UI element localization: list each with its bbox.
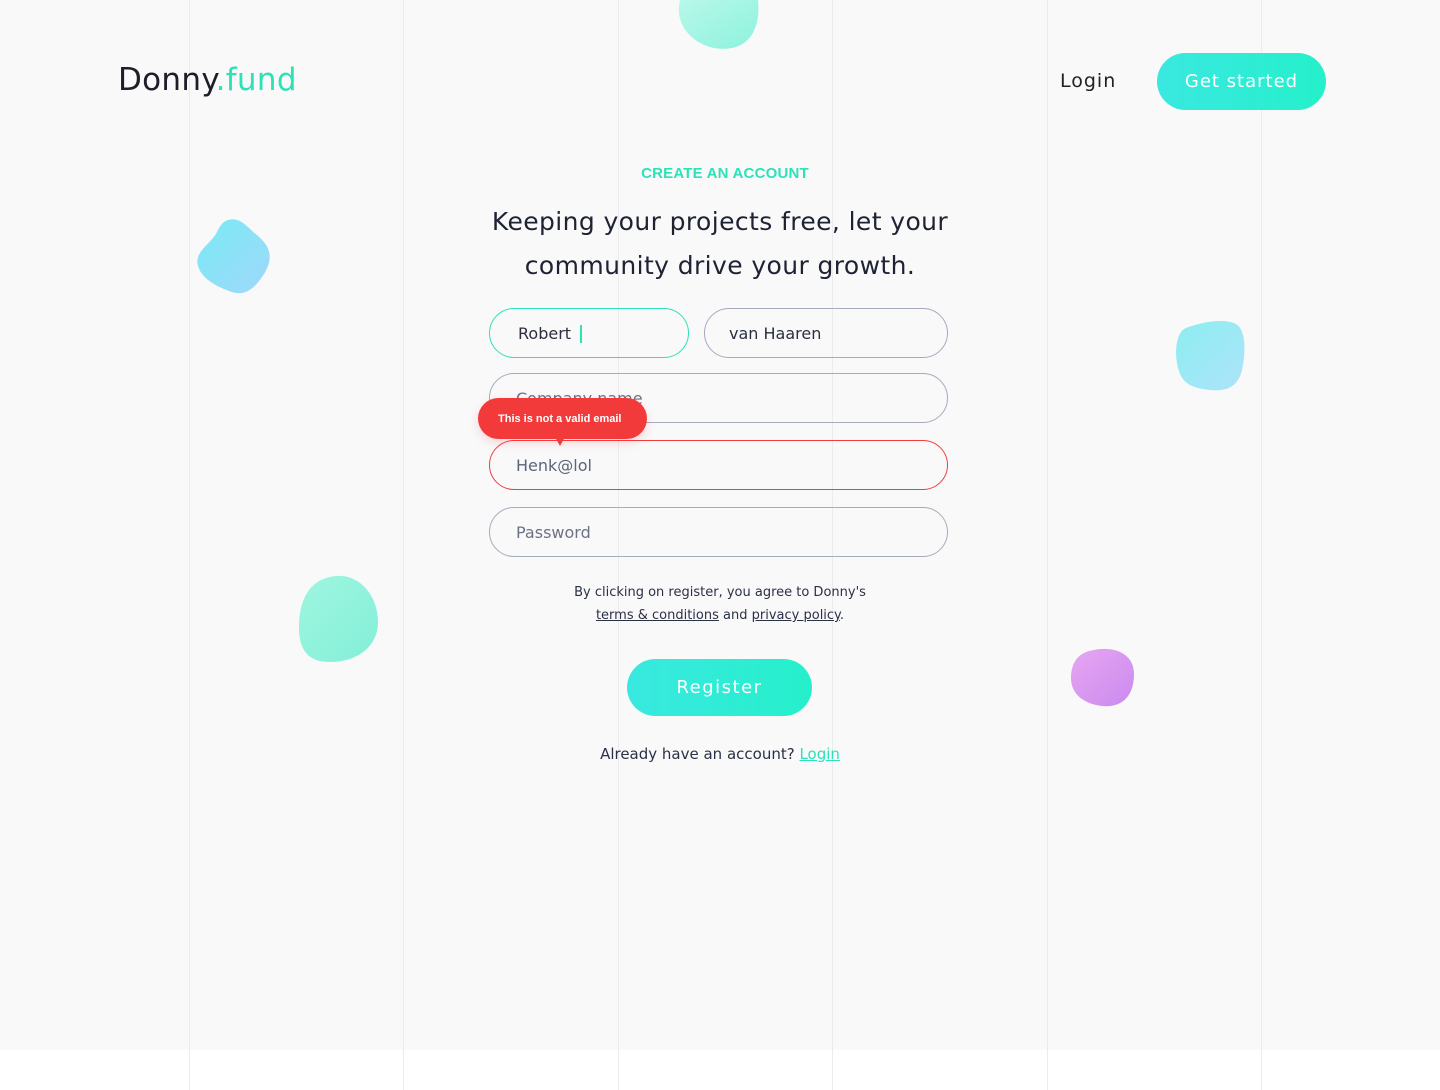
decorative-blob-top <box>678 0 759 49</box>
grid-line <box>1261 0 1262 1090</box>
terms-suffix: . <box>839 608 845 623</box>
nav-login-link[interactable]: Login <box>1060 70 1116 92</box>
decorative-blob-left-bottom <box>298 575 378 662</box>
decorative-blob-left-top <box>197 219 270 294</box>
decorative-blob-right-top <box>1176 321 1245 391</box>
grid-line <box>189 0 190 1090</box>
get-started-button[interactable]: Get started <box>1157 53 1326 110</box>
logo-accent: .fund <box>215 62 297 98</box>
email-error-text: This is not a valid email <box>498 412 622 425</box>
tooltip-arrow <box>555 437 565 446</box>
last-name-input[interactable] <box>704 308 948 358</box>
form-eyebrow: CREATE AN ACCOUNT <box>641 165 809 182</box>
terms-notice: By clicking on register, you agree to Do… <box>470 581 970 627</box>
email-error-tooltip: This is not a valid email <box>478 398 647 439</box>
text-caret <box>580 325 582 343</box>
logo-main: Donny <box>118 62 216 98</box>
terms-prefix: By clicking on register, you agree to Do… <box>574 585 866 600</box>
email-input[interactable] <box>489 440 948 490</box>
form-headline: Keeping your projects free, let your com… <box>491 207 949 280</box>
password-input[interactable] <box>489 507 948 557</box>
terms-link[interactable]: terms & conditions <box>596 608 719 623</box>
privacy-link[interactable]: privacy policy <box>752 608 840 623</box>
login-link[interactable]: Login <box>799 745 839 763</box>
decorative-blob-right-bottom <box>1070 648 1134 707</box>
grid-line <box>403 0 404 1090</box>
register-button[interactable]: Register <box>627 659 812 716</box>
logo[interactable]: Donny.fund <box>118 62 297 98</box>
already-text: Already have an account? <box>600 745 795 763</box>
already-have-account: Already have an account? Login <box>470 745 970 763</box>
grid-line <box>1047 0 1048 1090</box>
terms-and: and <box>723 608 748 623</box>
first-name-input[interactable] <box>489 308 689 358</box>
